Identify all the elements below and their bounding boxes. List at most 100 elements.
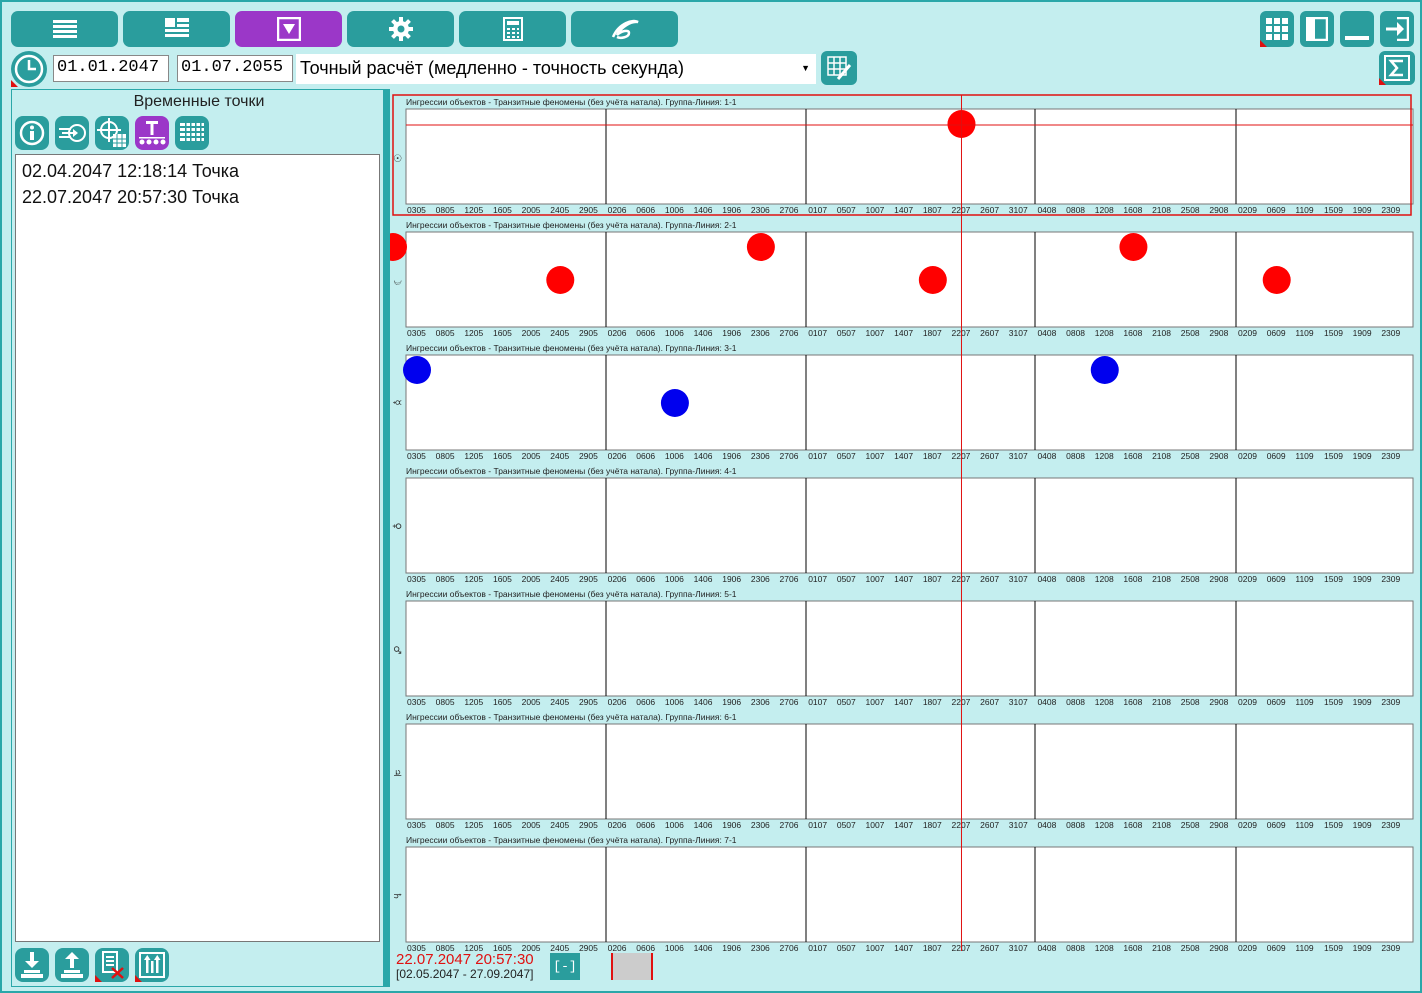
tick-label: 0606: [636, 943, 655, 951]
tick-label: 2607: [980, 943, 999, 951]
tick-label: 2905: [579, 820, 598, 830]
tick-label: 0305: [407, 451, 426, 461]
tick-label: 1406: [694, 820, 713, 830]
tick-label: 1205: [464, 820, 483, 830]
tick-label: 0305: [407, 943, 426, 951]
tick-label: 2607: [980, 205, 999, 215]
tick-label: 0107: [808, 820, 827, 830]
tick-label: 2908: [1209, 697, 1228, 707]
logo-button[interactable]: [571, 11, 678, 47]
grid-view-button[interactable]: [1260, 11, 1294, 47]
planet-symbol: ♂: [391, 646, 402, 655]
tick-label: 1205: [464, 697, 483, 707]
end-date-input[interactable]: 01.07.2055: [177, 55, 293, 82]
panel-splitter[interactable]: [383, 89, 390, 987]
data-point: [390, 233, 407, 261]
tick-label: 2306: [751, 574, 770, 584]
tick-label: 3107: [1009, 574, 1028, 584]
panel-icon: [1306, 17, 1328, 41]
tick-label: 0209: [1238, 820, 1257, 830]
tick-label: 2309: [1381, 943, 1400, 951]
tick-label: 0209: [1238, 697, 1257, 707]
tick-label: 2908: [1209, 574, 1228, 584]
tick-label: 1605: [493, 205, 512, 215]
tick-label: 1909: [1353, 574, 1372, 584]
calculate-button[interactable]: [821, 51, 857, 85]
tick-label: 2706: [780, 943, 799, 951]
tick-label: 0206: [608, 205, 627, 215]
tick-label: 1109: [1295, 943, 1314, 951]
tick-label: 2405: [550, 820, 569, 830]
clock-button[interactable]: [11, 51, 47, 87]
settings-button[interactable]: [347, 11, 454, 47]
filter-button[interactable]: [235, 11, 342, 47]
tick-label: 0209: [1238, 451, 1257, 461]
tick-label: 1406: [694, 451, 713, 461]
calculation-mode-select[interactable]: Точный расчёт (медленно - точность секун…: [296, 54, 816, 84]
tick-label: 1608: [1123, 697, 1142, 707]
tick-label: 1007: [866, 943, 885, 951]
layout-button[interactable]: [123, 11, 230, 47]
upload-button[interactable]: [55, 948, 89, 982]
tick-label: 1608: [1123, 574, 1142, 584]
panel-toggle-button[interactable]: [1300, 11, 1334, 47]
calculator-icon: [502, 17, 523, 41]
crosshair-button[interactable]: [95, 116, 129, 150]
data-point: [403, 356, 431, 384]
tick-label: 2607: [980, 697, 999, 707]
list-item[interactable]: 02.04.2047 12:18:14 Точка: [22, 158, 373, 184]
tick-label: 2108: [1152, 697, 1171, 707]
tick-label: 2005: [522, 205, 541, 215]
start-date-input[interactable]: 01.01.2047: [53, 55, 169, 82]
tick-label: 2309: [1381, 697, 1400, 707]
tick-label: 1509: [1324, 943, 1343, 951]
calculator-button[interactable]: [459, 11, 566, 47]
tick-label: 0507: [837, 451, 856, 461]
tick-label: 1007: [866, 820, 885, 830]
timeline-scroll-thumb[interactable]: [611, 953, 653, 980]
tick-label: 2905: [579, 205, 598, 215]
clear-list-button[interactable]: [95, 948, 129, 982]
tick-label: 0107: [808, 574, 827, 584]
tick-label: 2607: [980, 574, 999, 584]
tick-label: 1406: [694, 205, 713, 215]
tick-label: 3107: [1009, 205, 1028, 215]
tick-label: 0805: [436, 697, 455, 707]
tick-label: 2508: [1181, 943, 1200, 951]
tick-label: 0606: [636, 205, 655, 215]
time-points-button[interactable]: [135, 116, 169, 150]
tick-label: 2405: [550, 943, 569, 951]
row-title: Ингрессии объектов - Транзитные феномены…: [406, 97, 737, 107]
current-time-label: 22.07.2047 20:57:30: [396, 951, 534, 968]
tick-label: 3107: [1009, 328, 1028, 338]
tick-label: 0606: [636, 451, 655, 461]
collapse-button[interactable]: [-]: [550, 953, 580, 980]
minimize-button[interactable]: [1340, 11, 1374, 47]
tick-label: 2108: [1152, 943, 1171, 951]
sum-button[interactable]: [1379, 51, 1415, 85]
list-item[interactable]: 22.07.2047 20:57:30 Точка: [22, 184, 373, 210]
table-icon: [180, 123, 204, 141]
tick-label: 0305: [407, 205, 426, 215]
menu-button[interactable]: [11, 11, 118, 47]
tick-label: 1208: [1095, 328, 1114, 338]
tick-label: 2108: [1152, 451, 1171, 461]
tick-label: 1007: [866, 574, 885, 584]
tick-label: 0507: [837, 943, 856, 951]
tick-label: 1807: [923, 451, 942, 461]
download-button[interactable]: [15, 948, 49, 982]
chart-area: Ингрессии объектов - Транзитные феномены…: [390, 93, 1415, 987]
tick-label: 0209: [1238, 328, 1257, 338]
tick-label: 0507: [837, 697, 856, 707]
tick-label: 1605: [493, 574, 512, 584]
tick-label: 0408: [1037, 205, 1056, 215]
exit-button[interactable]: [1380, 11, 1414, 47]
import-button[interactable]: [55, 116, 89, 150]
tick-label: 2309: [1381, 328, 1400, 338]
info-button[interactable]: [15, 116, 49, 150]
tick-label: 1205: [464, 328, 483, 338]
table-view-button[interactable]: [175, 116, 209, 150]
sort-button[interactable]: [135, 948, 169, 982]
tick-label: 1208: [1095, 451, 1114, 461]
tick-label: 1909: [1353, 943, 1372, 951]
